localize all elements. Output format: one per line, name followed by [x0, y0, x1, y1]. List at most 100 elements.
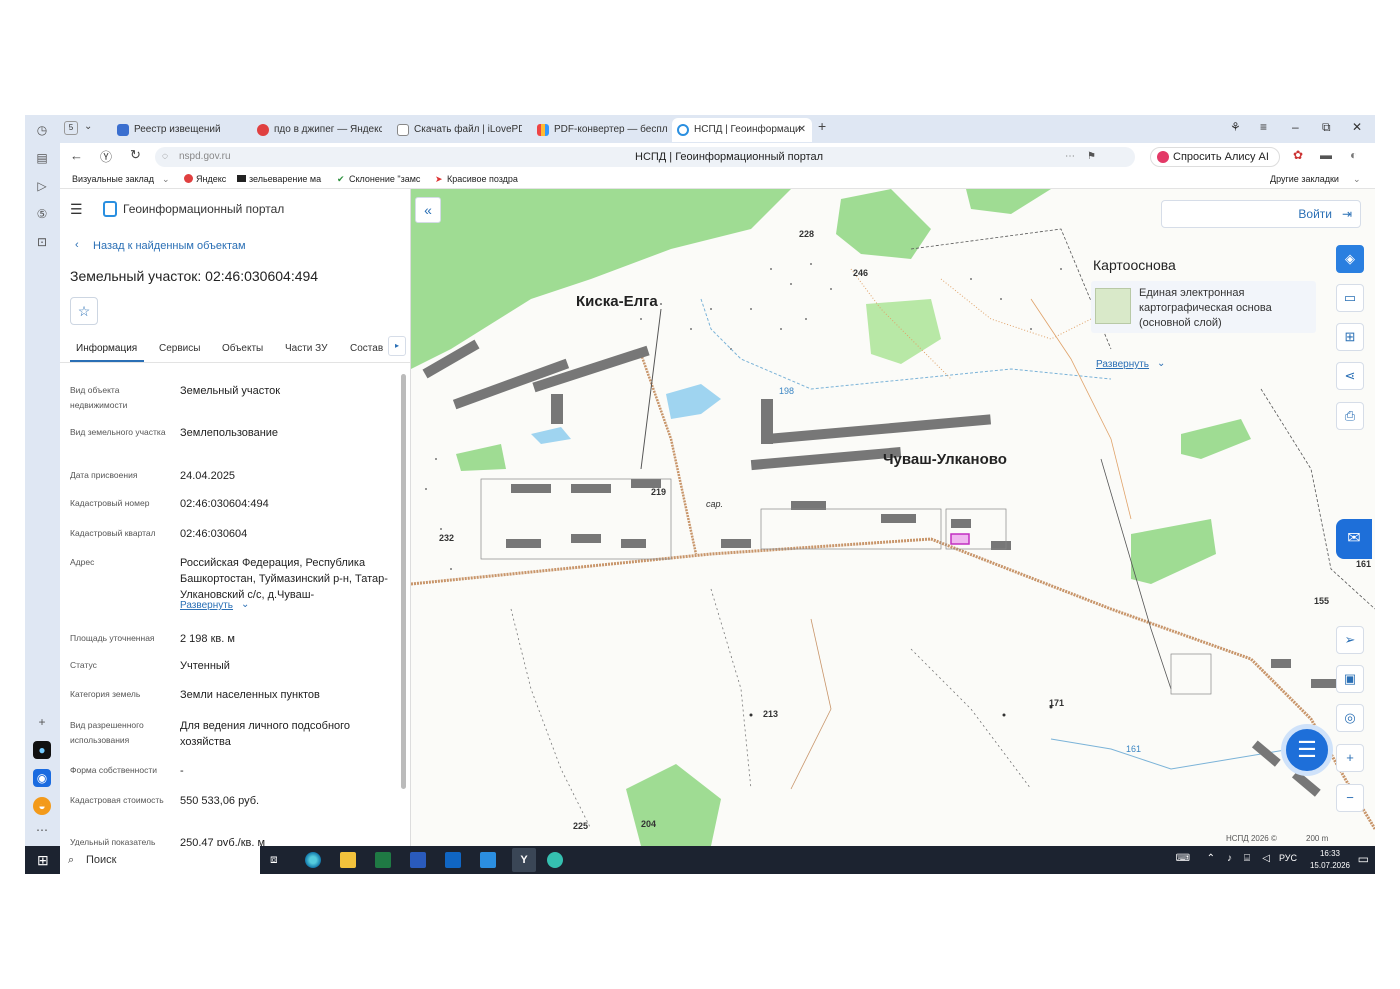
notifications-icon[interactable]: ▭ — [1358, 852, 1369, 866]
chevron-down-icon[interactable]: ⌄ — [241, 599, 249, 610]
tabs-count-icon[interactable]: ⑤ — [33, 205, 51, 223]
login-button[interactable]: Войти ⇥ — [1161, 200, 1361, 228]
bookmark-item[interactable]: ✔ Склонение "замс — [337, 174, 425, 184]
panel-scrollbar[interactable] — [401, 374, 406, 789]
app-icon-2[interactable] — [547, 852, 563, 868]
app-icon[interactable] — [480, 852, 496, 868]
tab-pdf-converter[interactable]: PDF-конвертер — беспла — [532, 118, 667, 142]
restore-icon[interactable]: ⧉ — [1322, 120, 1331, 135]
close-tab-icon[interactable]: ✕ — [798, 118, 806, 142]
row-key: Кадастровый номер — [70, 498, 150, 508]
selected-parcel[interactable] — [950, 533, 970, 545]
minimize-icon[interactable]: – — [1292, 120, 1299, 134]
play-icon[interactable]: ▷ — [33, 177, 51, 195]
tab-nspd[interactable]: НСПД | Геоинформаци ✕ — [672, 118, 812, 142]
back-to-results-link[interactable]: Назад к найденным объектам — [93, 240, 246, 252]
bookmark-item[interactable]: ➤ Красивое поздра — [435, 174, 518, 184]
clock[interactable]: 16:33 15.07.2026 — [1310, 848, 1350, 872]
check-icon: ✔ — [337, 174, 345, 184]
app-icon[interactable]: ● — [33, 741, 51, 759]
minimap-icon[interactable]: ▣ — [1336, 665, 1364, 693]
zoom-in-icon[interactable]: + — [1336, 744, 1364, 772]
messenger-icon[interactable]: ◉ — [33, 769, 51, 787]
bookmark-item[interactable]: зельеварение ма — [237, 174, 329, 184]
reload-icon[interactable]: ↻ — [130, 147, 141, 163]
add-panel-icon[interactable]: + — [33, 713, 51, 731]
chevron-down-icon[interactable]: ⌄ — [1157, 358, 1165, 369]
favorite-star-icon[interactable]: ☆ — [70, 297, 98, 325]
tab-ilovepdf[interactable]: Скачать файл | iLovePDF — [392, 118, 522, 142]
bookmark-icon[interactable]: ⚑ — [1087, 147, 1096, 167]
layers-tool-icon[interactable]: ◈ — [1336, 245, 1364, 273]
word-icon[interactable] — [410, 852, 426, 868]
keyboard-icon[interactable]: ⌨ — [1176, 853, 1190, 864]
tab-reestr[interactable]: Реестр извещений — [112, 118, 242, 142]
chat-assistant-icon[interactable]: ☰ — [1281, 724, 1333, 776]
tab-land-parts[interactable]: Части ЗУ — [285, 343, 327, 354]
history-icon[interactable]: ◷ — [33, 121, 51, 139]
task-view-icon[interactable]: ⧈ — [270, 852, 286, 868]
row-key: Статус — [70, 660, 97, 670]
chevron-down-icon[interactable]: ⌄ — [162, 174, 170, 185]
bookmark-item[interactable]: Яндекс — [184, 174, 226, 184]
feedback-icon[interactable]: ✉ — [1336, 519, 1372, 559]
excel-icon[interactable] — [375, 852, 391, 868]
extension-icon-2[interactable]: ▬ — [1320, 148, 1332, 162]
volume-icon[interactable]: ◁ — [1262, 853, 1270, 864]
chevron-down-icon[interactable]: ⌄ — [1353, 174, 1361, 185]
extension-icon[interactable]: ✿ — [1293, 148, 1303, 162]
share-icon[interactable]: ⋖ — [1336, 362, 1364, 390]
tab-objects[interactable]: Объекты — [222, 343, 263, 354]
row-value: Земли населенных пунктов — [180, 689, 320, 701]
zoom-out-icon[interactable]: − — [1336, 784, 1364, 812]
more-dots-icon[interactable]: ⋯ — [1065, 147, 1075, 167]
screenshot-icon[interactable]: ⊡ — [33, 233, 51, 251]
language-indicator[interactable]: РУС — [1279, 853, 1297, 863]
ruler-icon[interactable]: ▭ — [1336, 284, 1364, 312]
taskbar-search[interactable]: ⌕ Поиск — [60, 846, 260, 874]
row-key: Вид разрешенного использования — [70, 720, 144, 745]
basemap-expand-link[interactable]: Развернуть — [1096, 359, 1149, 370]
search-location-icon[interactable]: ◎ — [1336, 704, 1364, 732]
tab-services[interactable]: Сервисы — [159, 343, 200, 354]
hamburger-menu-icon[interactable]: ☰ — [70, 201, 83, 218]
edge-icon[interactable] — [305, 852, 321, 868]
more-icon[interactable]: ⋯ — [33, 821, 51, 839]
expand-address-link[interactable]: Развернуть — [180, 600, 233, 611]
explorer-icon[interactable] — [340, 852, 356, 868]
tabs-scroll-right-icon[interactable]: ▸ — [388, 336, 406, 356]
collections-icon[interactable]: ▤ — [33, 149, 51, 167]
other-bookmarks[interactable]: Другие закладки — [1270, 174, 1339, 184]
bookmark-item[interactable]: Визуальные заклад — [72, 174, 154, 184]
yandex-browser-icon[interactable]: Y — [512, 848, 536, 872]
tab-yandex[interactable]: пдо в джипег — Яндекс: н — [252, 118, 382, 142]
ask-alice-button[interactable]: Спросить Алису AI — [1150, 147, 1280, 167]
select-area-icon[interactable]: ⊞ — [1336, 323, 1364, 351]
new-tab-icon[interactable]: + — [818, 118, 826, 134]
basemap-layer[interactable]: Единая электронная картографическая осно… — [1091, 281, 1316, 333]
microphone-icon[interactable]: ♪ — [1227, 853, 1232, 864]
tab-information[interactable]: Информация — [76, 343, 137, 354]
network-icon[interactable]: ⌸ — [1244, 853, 1250, 864]
locate-icon[interactable]: ➢ — [1336, 626, 1364, 654]
yandex-icon[interactable]: Ⓨ — [100, 148, 112, 165]
row-key: Форма собственности — [70, 765, 157, 775]
map-canvas[interactable]: Киска-Елга Чуваш-Улканово 228 246 232 21… — [411, 189, 1375, 846]
windows-start-icon[interactable]: ⊞ — [37, 852, 49, 869]
extensions-icon[interactable]: ⚘ — [1230, 120, 1241, 134]
music-icon[interactable]: ◒ — [33, 797, 51, 815]
chevron-left-icon[interactable]: ‹ — [75, 239, 79, 251]
menu-icon[interactable]: ≡ — [1260, 120, 1267, 134]
tab-composition[interactable]: Состав — [350, 343, 383, 354]
close-window-icon[interactable]: ✕ — [1352, 120, 1362, 134]
back-icon[interactable]: ← — [70, 148, 83, 163]
url-field[interactable]: ◌ nspd.gov.ru НСПД | Геоинформационный п… — [155, 147, 1135, 167]
outlook-icon[interactable] — [445, 852, 461, 868]
tab-list-chevron-icon[interactable]: ⌄ — [84, 121, 92, 132]
print-icon[interactable]: ⎙ — [1336, 402, 1364, 430]
basemap-card: Картооснова Единая электронная картограф… — [1081, 253, 1321, 373]
chevron-up-icon[interactable]: ⌃ — [1207, 853, 1215, 864]
protect-icon[interactable]: ◐ — [1350, 148, 1357, 162]
tab-count-badge[interactable]: 5 — [64, 121, 78, 135]
collapse-panel-icon[interactable]: « — [415, 197, 441, 223]
